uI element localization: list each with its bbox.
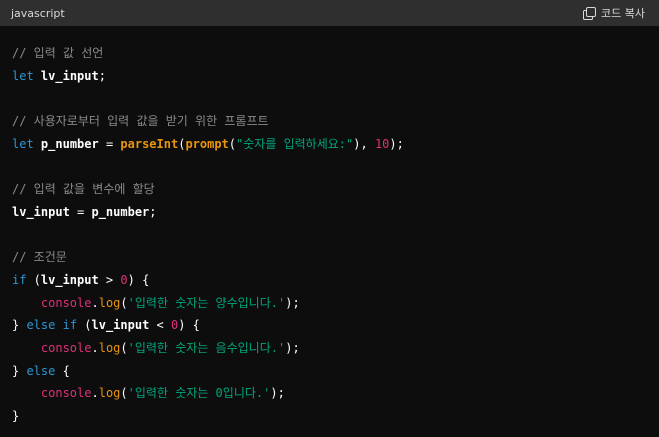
code-line: } [12,405,647,428]
code-builtin: prompt [185,136,229,151]
code-punctuation: ); [270,386,285,401]
code-operator: > [98,272,121,287]
code-line: // 조건문 [12,246,647,269]
copy-icon [583,6,597,20]
code-line: console.log('입력한 숫자는 양수입니다.'); [12,292,647,315]
code-operator [34,137,41,151]
code-console: console [40,295,92,310]
code-punctuation: ( [120,295,128,310]
code-identifier: lv_input [40,272,99,287]
code-string: '입력한 숫자는 양수입니다.' [127,295,286,310]
code-line: console.log('입력한 숫자는 음수입니다.'); [12,337,647,360]
code-console: console [40,386,92,401]
code-line: let p_number = parseInt(prompt("숫자를 입력하세… [12,133,647,156]
code-number: 0 [120,272,128,287]
code-punctuation: ( [228,136,237,151]
code-comment: // 입력 값을 변수에 할당 [12,182,155,197]
code-number: 10 [374,136,390,151]
code-line: } else if (lv_input < 0) { [12,314,647,337]
code-line: lv_input = p_number; [12,201,647,224]
code-string: '입력한 숫자는 0입니다.' [127,386,271,401]
code-punctuation: ) { [127,272,150,287]
code-line: // 입력 값 선언 [12,42,647,65]
copy-code-label: 코드 복사 [601,7,645,20]
code-comment: // 사용자로부터 입력 값을 받기 위한 프롬프트 [12,114,269,129]
code-keyword: let [12,68,34,83]
code-identifier: lv_input [40,68,99,83]
code-content[interactable]: // 입력 값 선언 let lv_input; // 사용자로부터 입력 값을 … [0,26,659,437]
code-line: let lv_input; [12,65,647,88]
code-operator [12,296,41,310]
code-console: console [40,340,92,355]
code-operator [34,69,41,83]
copy-code-button[interactable]: 코드 복사 [583,5,645,21]
code-comment: // 조건문 [12,250,67,265]
code-keyword: if [12,272,27,287]
code-string: '입력한 숫자는 음수입니다.' [127,340,286,355]
code-operator: = [69,204,92,219]
code-builtin: parseInt [120,136,179,151]
code-punctuation: ( [77,318,92,333]
code-keyword: let [12,136,34,151]
code-punctuation: . [91,386,99,401]
code-line: // 입력 값을 변수에 할당 [12,178,647,201]
code-method: log [98,386,121,401]
code-punctuation: ); [285,340,300,355]
code-punctuation: ), [353,136,375,151]
code-punctuation: ) { [178,318,200,333]
code-identifier: p_number [40,136,99,151]
code-punctuation: ); [285,295,300,310]
code-line: console.log('입력한 숫자는 0입니다.'); [12,382,647,405]
code-punctuation: ); [389,136,404,151]
code-identifier: lv_input [12,204,70,219]
code-block-header: javascript 코드 복사 [0,0,659,26]
code-punctuation: { [55,363,70,378]
code-keyword: else [26,318,56,333]
code-keyword: else [26,363,56,378]
language-label: javascript [11,6,65,20]
code-line: } else { [12,360,647,383]
code-operator [55,318,62,332]
code-punctuation: ( [120,386,128,401]
code-operator [12,386,41,400]
code-operator [12,341,41,355]
code-operator: < [149,318,171,333]
code-operator: = [98,136,121,151]
code-punctuation: ( [120,340,128,355]
code-punctuation: . [91,295,99,310]
code-keyword: if [62,318,78,333]
code-block: javascript 코드 복사 // 입력 값 선언 let lv_input;… [0,0,659,437]
code-string: "숫자를 입력하세요:" [236,136,354,151]
code-punctuation: } [12,363,27,378]
code-identifier: p_number [91,204,150,219]
code-punctuation: } [12,409,20,423]
code-line: if (lv_input > 0) { [12,269,647,292]
code-line: // 사용자로부터 입력 값을 받기 위한 프롬프트 [12,110,647,133]
code-punctuation: ( [26,272,41,287]
code-punctuation: ; [98,68,106,83]
code-punctuation: } [12,318,27,333]
code-punctuation: . [91,340,99,355]
code-comment: // 입력 값 선언 [12,46,104,60]
code-identifier: lv_input [91,318,150,333]
code-punctuation: ; [149,204,157,219]
code-method: log [98,295,121,310]
code-method: log [98,340,121,355]
